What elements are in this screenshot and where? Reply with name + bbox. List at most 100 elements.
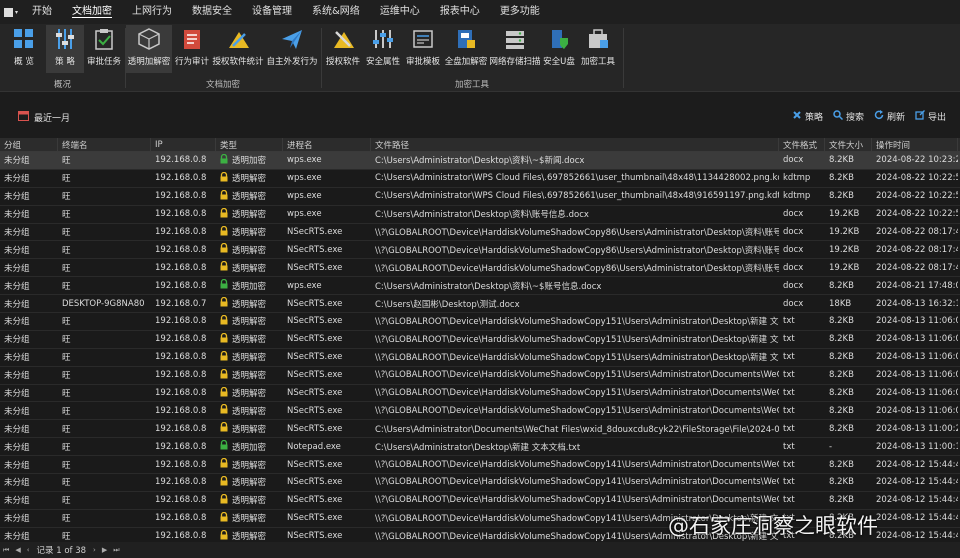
table-cell: 8.2KB: [829, 352, 854, 363]
table-cell: docx: [783, 227, 804, 237]
table-cell: 192.168.0.8: [155, 244, 207, 255]
ribbon-group-label: 加密工具: [454, 80, 489, 90]
menu-item[interactable]: 报表中心: [430, 0, 490, 24]
table-row[interactable]: 未分组 旺 192.168.0.8 透明解密 NSecRTS.exe \\?\GLOBAL…: [0, 367, 960, 385]
column-header[interactable]: 类型: [216, 138, 283, 151]
table-row[interactable]: 未分组 旺 192.168.0.8 透明加密 wps.exe C:\Users\Admin…: [0, 277, 960, 296]
menu-item[interactable]: 更多功能: [490, 0, 550, 24]
menu-item[interactable]: 文档加密: [62, 0, 122, 24]
table-row[interactable]: 未分组 旺 192.168.0.8 透明解密 wps.exe C:\Users\Admin…: [0, 206, 960, 224]
table-cell: NSecRTS.exe: [287, 388, 343, 399]
table-row[interactable]: 未分组 旺 192.168.0.8 透明解密 NSecRTS.exe \\?\GLOBAL…: [0, 456, 960, 475]
next-record-icon[interactable]: ›: [90, 546, 99, 554]
menu-item[interactable]: 设备管理: [242, 0, 302, 24]
table-cell: NSecRTS.exe: [287, 513, 343, 524]
watermark: @石家庄洞察之眼软件: [668, 510, 878, 540]
security-attributes-button[interactable]: 安全属性: [364, 25, 402, 73]
policy-tool-label: 策略: [804, 113, 823, 123]
behavior-audit-button[interactable]: 行为审计: [174, 25, 210, 73]
table-cell: 192.168.0.8: [155, 209, 207, 220]
approval-template-button[interactable]: 审批模板: [404, 25, 442, 73]
table-row[interactable]: 未分组 旺 192.168.0.8 透明解密 wps.exe C:\Users\Admin…: [0, 188, 960, 206]
table-cell: 192.168.0.8: [155, 441, 207, 452]
approval-task-button[interactable]: 审批任务: [86, 25, 122, 73]
table-row[interactable]: 未分组 旺 192.168.0.8 透明解密 NSecRTS.exe \\?\GLOBAL…: [0, 241, 960, 260]
full-disk-crypto-button[interactable]: 全盘加解密: [444, 25, 488, 73]
menu-item[interactable]: 系统&网络: [302, 0, 370, 24]
table-cell: 192.168.0.8: [155, 513, 207, 524]
table-row[interactable]: 未分组 旺 192.168.0.8 透明解密 NSecRTS.exe \\?\GLOBAL…: [0, 402, 960, 421]
table-row[interactable]: 未分组 旺 192.168.0.8 透明解密 NSecRTS.exe \\?\GLOBAL…: [0, 313, 960, 331]
search-button[interactable]: 搜索: [833, 110, 864, 123]
prev-page-icon[interactable]: ◀: [12, 546, 23, 554]
table-cell: \\?\GLOBALROOT\Device\HarddiskVolumeShad…: [375, 459, 779, 470]
table-cell: 2024-08-12 15:44:41: [876, 477, 958, 488]
table-cell: 2024-08-13 11:00:15: [876, 441, 958, 452]
column-header[interactable]: 分组: [0, 138, 58, 151]
lock-open-icon: [220, 261, 228, 274]
policy-button[interactable]: 策 略: [46, 25, 84, 73]
menu-item[interactable]: 开始: [22, 0, 62, 24]
column-header[interactable]: 文件大小: [825, 138, 872, 151]
ribbon-group-doc-encryption: 透明加解密 行为审计 授权软件统计 自主外发行为 文档加密: [126, 24, 320, 92]
menu-item[interactable]: 上网行为: [122, 0, 182, 24]
paper-plane-icon: [280, 27, 304, 51]
table-cell: 8.2KB: [829, 173, 854, 184]
refresh-button[interactable]: 刷新: [874, 110, 905, 123]
secure-usb-button[interactable]: 安全U盘: [542, 25, 576, 73]
table-cell: 192.168.0.8: [155, 495, 207, 506]
column-header[interactable]: 文件格式: [779, 138, 825, 151]
table-cell: txt: [783, 441, 795, 452]
export-button[interactable]: 导出: [915, 110, 946, 123]
menu-item[interactable]: 运维中心: [370, 0, 430, 24]
lock-open-icon: [220, 457, 228, 471]
table-cell: 8.2KB: [829, 280, 854, 291]
table-row[interactable]: 未分组 旺 192.168.0.8 透明加密 Notepad.exe C:\Users\A…: [0, 438, 960, 457]
table-row[interactable]: 未分组 旺 192.168.0.8 透明解密 NSecRTS.exe \\?\GLOBAL…: [0, 492, 960, 510]
menu-item[interactable]: 数据安全: [182, 0, 242, 24]
table-row[interactable]: 未分组 旺 192.168.0.8 透明解密 NSecRTS.exe \\?\GLOBAL…: [0, 331, 960, 349]
table-row[interactable]: 未分组 DESKTOP-9G8NA80 192.168.0.7 透明解密 NSecRTS…: [0, 295, 960, 314]
first-page-icon[interactable]: ⏮: [0, 546, 12, 555]
network-storage-scan-button[interactable]: 网络存储扫描: [490, 25, 541, 73]
table-row[interactable]: 未分组 旺 192.168.0.8 透明加密 wps.exe C:\Users\Admin…: [0, 152, 960, 170]
table-row[interactable]: 未分组 旺 192.168.0.8 透明解密 NSecRTS.exe \\?\GLOBAL…: [0, 385, 960, 403]
table-cell: 旺: [62, 192, 71, 203]
table-row[interactable]: 未分组 旺 192.168.0.8 透明解密 NSecRTS.exe \\?\GLOBAL…: [0, 349, 960, 367]
authorized-software-button[interactable]: 授权软件: [324, 25, 362, 73]
table-cell: 未分组: [4, 424, 30, 435]
table-row[interactable]: 未分组 旺 192.168.0.8 透明解密 NSecRTS.exe C:\Users\A…: [0, 420, 960, 439]
prev-record-icon[interactable]: ‹: [24, 546, 33, 554]
column-header[interactable]: 文件路径: [371, 138, 779, 151]
column-header[interactable]: 进程名: [283, 138, 371, 151]
table-row[interactable]: 未分组 旺 192.168.0.8 透明解密 NSecRTS.exe \\?\GLOBAL…: [0, 474, 960, 492]
edit-chart-icon: [226, 27, 250, 51]
last-page-icon[interactable]: ⏭: [110, 546, 122, 555]
table-row[interactable]: 未分组 旺 192.168.0.8 透明解密 wps.exe C:\Users\Admin…: [0, 170, 960, 188]
table-row[interactable]: 未分组 旺 192.168.0.8 透明解密 NSecRTS.exe \\?\GLOBAL…: [0, 259, 960, 278]
authorized-software-stats-button[interactable]: 授权软件统计: [212, 25, 264, 73]
table-cell: 未分组: [4, 496, 30, 507]
policy-label: 策 略: [55, 57, 75, 67]
policy-tool-button[interactable]: 策略: [792, 110, 823, 123]
encryption-tool-button[interactable]: 加密工具: [578, 25, 618, 73]
column-header[interactable]: 终端名: [58, 138, 151, 151]
table-cell: 未分组: [4, 406, 30, 417]
table-cell: 旺: [62, 353, 71, 364]
crypto-type-label: 透明加密: [232, 156, 267, 167]
date-range-button[interactable]: 最近一月: [18, 110, 70, 124]
overview-button[interactable]: 概 览: [8, 25, 40, 73]
column-header[interactable]: 操作时间: [872, 138, 958, 151]
self-outbound-button[interactable]: 自主外发行为: [266, 25, 318, 73]
column-header[interactable]: IP: [151, 138, 216, 151]
app-menu-icon[interactable]: ▾: [0, 0, 22, 24]
table-cell: C:\Users\Administrator\Desktop\资料\~$新闻.d…: [375, 156, 585, 167]
table-cell: \\?\GLOBALROOT\Device\HarddiskVolumeShad…: [375, 370, 779, 381]
transparent-crypto-button[interactable]: 透明加解密: [126, 25, 172, 73]
lock-closed-icon: [220, 279, 228, 292]
toolbox-icon: [586, 27, 610, 51]
table-row[interactable]: 未分组 旺 192.168.0.8 透明解密 NSecRTS.exe \\?\GLOBAL…: [0, 224, 960, 242]
table-cell: NSecRTS.exe: [287, 244, 343, 255]
next-page-icon[interactable]: ▶: [99, 546, 110, 554]
calendar-icon: [18, 110, 29, 124]
